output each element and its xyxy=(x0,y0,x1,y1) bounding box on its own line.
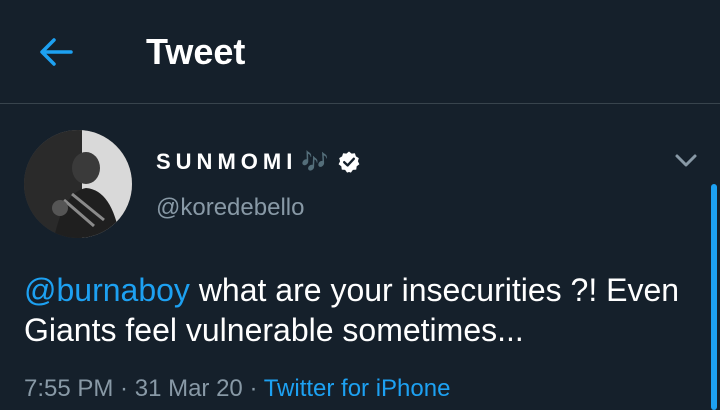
page-title: Tweet xyxy=(146,31,246,72)
display-name[interactable]: SUNMOMI xyxy=(156,149,297,175)
meta-separator: · xyxy=(242,375,264,402)
tweet-date[interactable]: 31 Mar 20 xyxy=(135,375,243,402)
back-arrow-icon xyxy=(40,38,73,66)
tweet-menu-button[interactable] xyxy=(672,148,700,172)
tweet-meta: 7:55 PM · 31 Mar 20 · Twitter for iPhone xyxy=(24,372,450,406)
author-name-row[interactable]: SUNMOMI 🎶 xyxy=(156,144,361,180)
scrollbar[interactable] xyxy=(711,184,717,410)
top-bar: Tweet xyxy=(0,0,720,104)
avatar-photo xyxy=(24,130,132,238)
avatar[interactable] xyxy=(24,130,132,238)
mention-link[interactable]: @burnaboy xyxy=(24,272,190,308)
tweet-text: @burnaboy what are your insecurities ?! … xyxy=(24,270,704,350)
user-handle[interactable]: @koredebello xyxy=(156,194,304,222)
tweet-time[interactable]: 7:55 PM xyxy=(24,375,113,402)
meta-separator: · xyxy=(113,375,135,402)
back-button[interactable] xyxy=(34,30,78,74)
chevron-down-icon xyxy=(675,154,697,167)
music-notes-emoji: 🎶 xyxy=(301,149,329,174)
verified-badge-icon xyxy=(337,150,361,174)
tweet-source-link[interactable]: Twitter for iPhone xyxy=(264,375,451,402)
